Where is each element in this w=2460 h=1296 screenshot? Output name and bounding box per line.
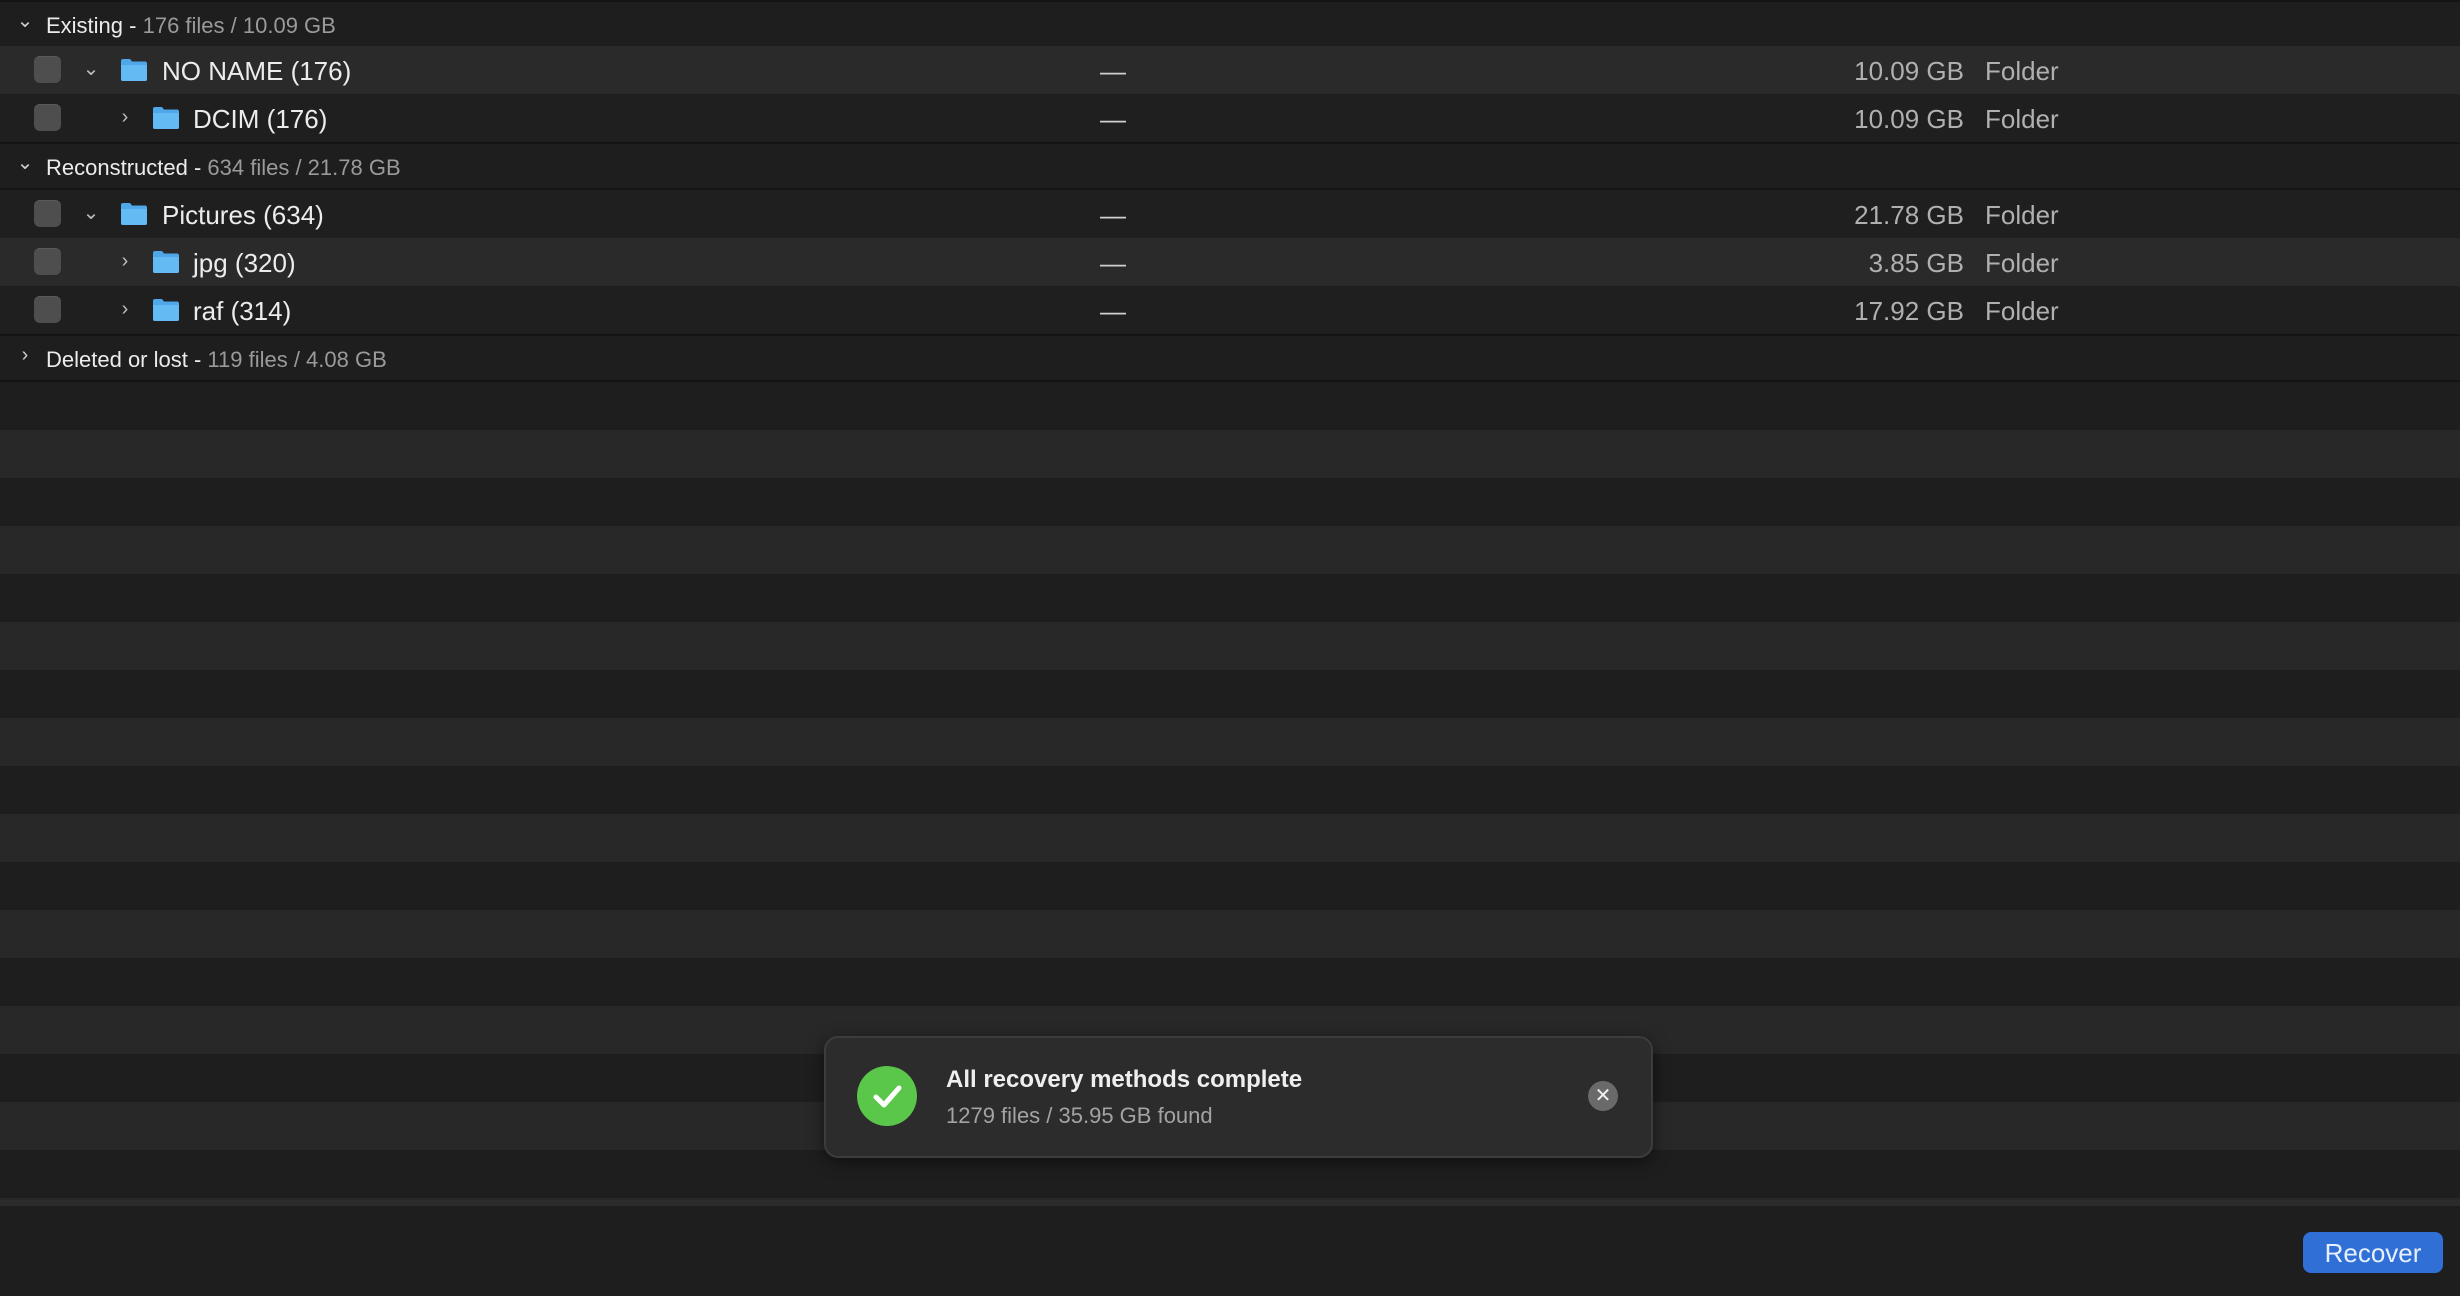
- chevron-right-icon[interactable]: ›: [113, 105, 137, 129]
- row-date: —: [1100, 56, 1126, 86]
- group-existing[interactable]: ⌄ Existing - 176 files / 10.09 GB: [0, 0, 2460, 48]
- group-name: Existing -: [46, 13, 143, 38]
- recover-button[interactable]: Recover: [2303, 1232, 2443, 1273]
- toast-title: All recovery methods complete: [946, 1066, 1303, 1093]
- table-row[interactable]: › jpg (320) — 3.85 GB Folder: [0, 238, 2460, 286]
- table-row[interactable]: › DCIM (176) — 10.09 GB Folder: [0, 94, 2460, 142]
- row-name: raf (314): [193, 296, 292, 326]
- folder-icon: [152, 106, 180, 130]
- row-kind: Folder: [1985, 56, 2059, 86]
- folder-icon: [152, 250, 180, 274]
- row-size: 17.92 GB: [1854, 296, 1964, 326]
- row-size: 10.09 GB: [1854, 56, 1964, 86]
- group-reconstructed[interactable]: ⌄ Reconstructed - 634 files / 21.78 GB: [0, 142, 2460, 190]
- select-checkbox[interactable]: [34, 104, 61, 131]
- table-row[interactable]: ⌄ Pictures (634) — 21.78 GB Folder: [0, 190, 2460, 238]
- select-checkbox[interactable]: [34, 56, 61, 83]
- group-name: Reconstructed -: [46, 155, 208, 180]
- row-size: 21.78 GB: [1854, 200, 1964, 230]
- group-deleted-or-lost[interactable]: › Deleted or lost - 119 files / 4.08 GB: [0, 334, 2460, 382]
- row-name: jpg (320): [193, 248, 296, 278]
- folder-icon: [120, 58, 148, 82]
- chevron-down-icon[interactable]: ⌄: [79, 201, 103, 225]
- completion-toast: All recovery methods complete 1279 files…: [824, 1036, 1653, 1158]
- chevron-down-icon[interactable]: ⌄: [14, 152, 36, 174]
- row-size: 10.09 GB: [1854, 104, 1964, 134]
- group-stats: 119 files / 4.08 GB: [207, 347, 387, 372]
- row-name: Pictures (634): [162, 200, 324, 230]
- table-row[interactable]: › raf (314) — 17.92 GB Folder: [0, 286, 2460, 334]
- row-name: NO NAME (176): [162, 56, 352, 86]
- folder-icon: [152, 298, 180, 322]
- footer-bar: [0, 1200, 2460, 1296]
- group-name: Deleted or lost -: [46, 347, 208, 372]
- row-date: —: [1100, 104, 1126, 134]
- chevron-right-icon[interactable]: ›: [113, 249, 137, 273]
- group-stats: 176 files / 10.09 GB: [142, 13, 336, 38]
- table-row[interactable]: ⌄ NO NAME (176) — 10.09 GB Folder: [0, 46, 2460, 94]
- row-kind: Folder: [1985, 248, 2059, 278]
- close-icon[interactable]: ✕: [1588, 1081, 1618, 1111]
- chevron-down-icon[interactable]: ⌄: [79, 57, 103, 81]
- select-checkbox[interactable]: [34, 296, 61, 323]
- select-checkbox[interactable]: [34, 200, 61, 227]
- row-date: —: [1100, 248, 1126, 278]
- checkmark-circle-icon: [857, 1066, 917, 1126]
- chevron-right-icon[interactable]: ›: [113, 297, 137, 321]
- row-size: 3.85 GB: [1868, 248, 1964, 278]
- group-stats: 634 files / 21.78 GB: [207, 155, 401, 180]
- select-checkbox[interactable]: [34, 248, 61, 275]
- chevron-down-icon[interactable]: ⌄: [14, 10, 36, 32]
- row-date: —: [1100, 200, 1126, 230]
- folder-icon: [120, 202, 148, 226]
- row-name: DCIM (176): [193, 104, 328, 134]
- row-kind: Folder: [1985, 104, 2059, 134]
- row-kind: Folder: [1985, 200, 2059, 230]
- row-date: —: [1100, 296, 1126, 326]
- row-kind: Folder: [1985, 296, 2059, 326]
- toast-subtitle: 1279 files / 35.95 GB found: [946, 1103, 1213, 1128]
- chevron-right-icon[interactable]: ›: [14, 344, 36, 366]
